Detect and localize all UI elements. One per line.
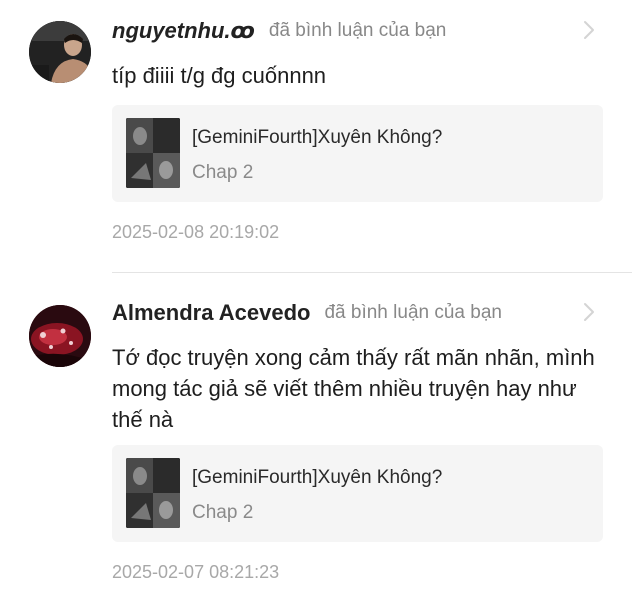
notification-header: Almendra Acevedo đã bình luận của bạn: [112, 298, 502, 328]
story-cover-image: [126, 118, 180, 188]
chapter-label: Chap 2: [192, 502, 254, 523]
username[interactable]: Almendra Acevedo: [112, 300, 310, 326]
story-title: [GeminiFourth]Xuyên Không?: [192, 467, 443, 488]
story-cover-image: [126, 458, 180, 528]
story-card[interactable]: [GeminiFourth]Xuyên Không? Chap 2: [112, 445, 603, 542]
story-title: [GeminiFourth]Xuyên Không?: [192, 127, 443, 148]
chapter-label: Chap 2: [192, 162, 254, 183]
notification-item[interactable]: Almendra Acevedo đã bình luận của bạn Tớ…: [0, 276, 632, 600]
chevron-right-icon[interactable]: [582, 301, 596, 323]
divider: [112, 272, 632, 273]
timestamp: 2025-02-07 08:21:23: [112, 562, 280, 582]
notification-header: nguyetnhu.ꝏ đã bình luận của bạn: [112, 16, 446, 46]
username[interactable]: nguyetnhu.ꝏ: [112, 18, 255, 44]
comment-text: típ điiii t/g đg cuốnnnn: [112, 63, 327, 88]
action-text: đã bình luận của bạn: [324, 302, 502, 323]
action-text: đã bình luận của bạn: [268, 20, 447, 41]
person-photo-icon: [29, 21, 91, 83]
chevron-right-icon[interactable]: [582, 19, 596, 41]
red-abstract-photo-icon: [29, 305, 91, 367]
timestamp: 2025-02-08 20:19:02: [112, 222, 280, 242]
notification-item[interactable]: nguyetnhu.ꝏ đã bình luận của bạn típ đii…: [0, 0, 632, 272]
avatar[interactable]: [29, 21, 91, 83]
avatar[interactable]: [29, 305, 91, 367]
comment-text: Tớ đọc truyện xong cảm thấy rất mãn nhãn…: [112, 345, 595, 432]
story-card[interactable]: [GeminiFourth]Xuyên Không? Chap 2: [112, 105, 603, 202]
